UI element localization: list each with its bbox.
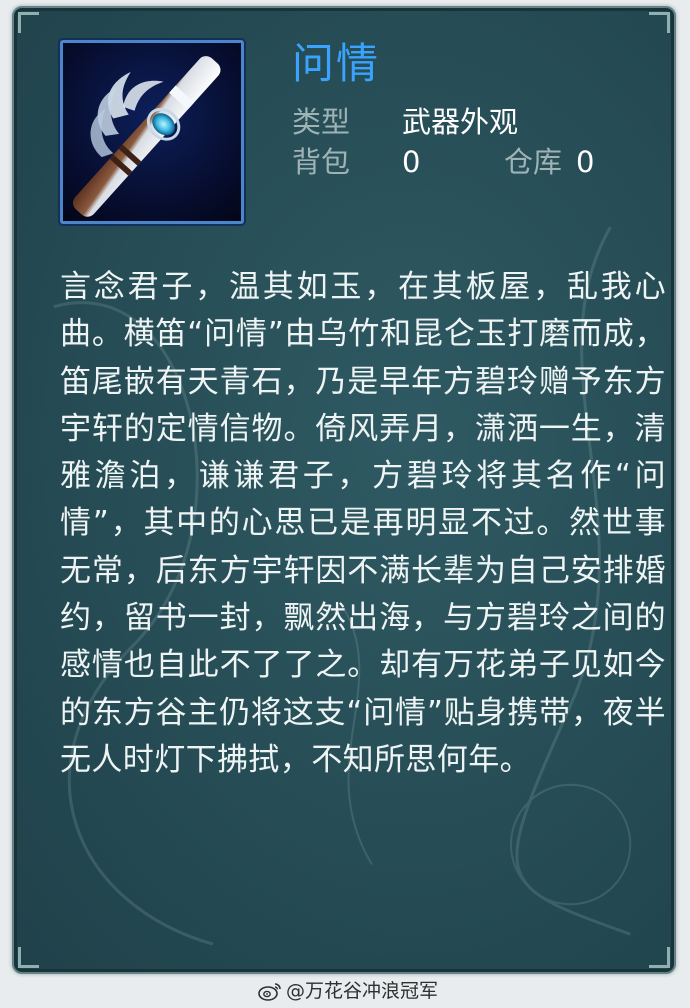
item-name: 问情 [292, 39, 381, 88]
flute-weapon-icon [73, 56, 221, 217]
watermark: @万花谷冲浪冠军 [258, 978, 438, 1004]
frame-corner [649, 12, 670, 33]
frame-corner [18, 12, 39, 33]
frame-corner [18, 947, 39, 968]
warehouse-label: 仓库 [504, 145, 563, 179]
item-description: 言念君子，温其如玉，在其板屋，乱我心曲。横笛“问情”由乌竹和昆仑玉打磨而成，笛尾… [60, 269, 666, 778]
weibo-icon [258, 983, 281, 1001]
bag-label: 背包 [292, 145, 351, 179]
bag-count: 0 [402, 145, 421, 179]
watermark-text: @万花谷冲浪冠军 [286, 980, 439, 1002]
item-tooltip: 问情 类型 武器外观 背包 0 仓库 0 言念君子，温其如玉，在其板屋，乱我心曲… [12, 6, 676, 974]
type-label: 类型 [292, 105, 351, 139]
frame-corner [649, 947, 670, 968]
warehouse-count: 0 [576, 145, 595, 179]
type-value: 武器外观 [402, 105, 519, 139]
item-icon-slot[interactable] [60, 40, 244, 224]
